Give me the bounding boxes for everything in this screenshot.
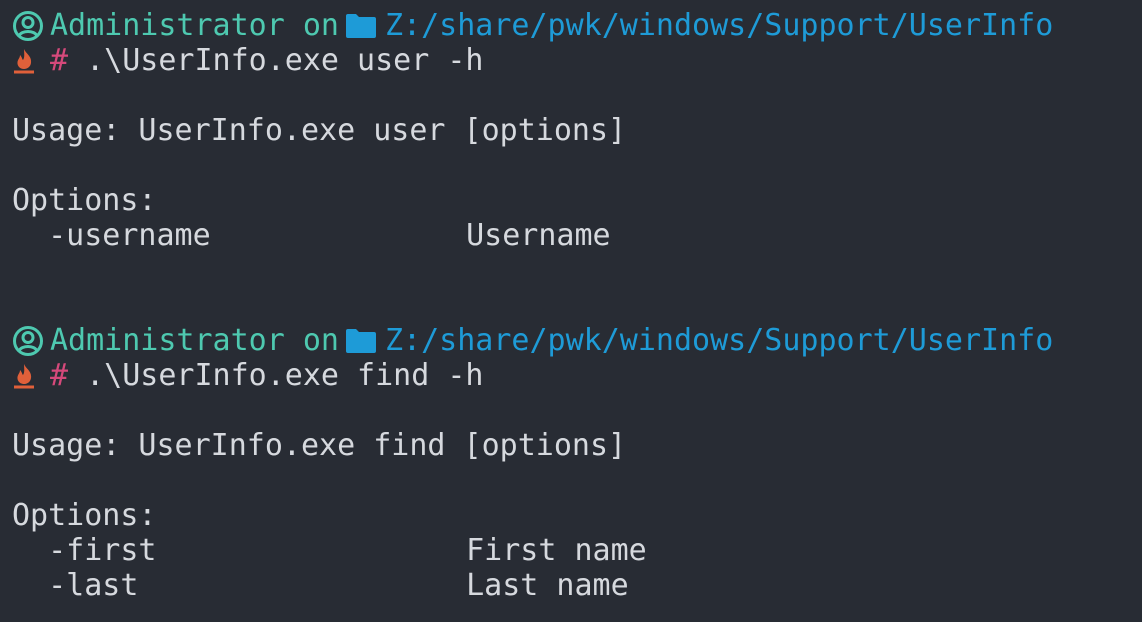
command-line: # .\UserInfo.exe find -h xyxy=(12,358,1142,393)
prompt-path: Z:/share/pwk/windows/Support/UserInfo xyxy=(385,8,1054,43)
prompt-on: on xyxy=(302,323,339,358)
option-flag: -last xyxy=(48,568,139,603)
options-header: Options: xyxy=(12,498,157,533)
prompt-user: Administrator xyxy=(50,323,285,358)
option-desc: Last name xyxy=(466,568,629,603)
prompt-symbol: # xyxy=(50,358,69,393)
prompt-line: Administrator on Z:/share/pwk/windows/Su… xyxy=(12,323,1142,358)
option-desc: First name xyxy=(466,533,647,568)
option-row: -username Username xyxy=(12,218,1142,253)
command-text: .\UserInfo.exe find -h xyxy=(86,358,484,393)
folder-icon xyxy=(346,13,376,38)
options-header: Options: xyxy=(12,183,157,218)
usage-line: Usage: UserInfo.exe find [options] xyxy=(12,428,627,463)
flame-icon xyxy=(14,48,34,73)
option-row: -last Last name xyxy=(12,568,1142,603)
user-circle-icon xyxy=(13,325,43,356)
flame-icon xyxy=(14,363,34,388)
terminal: Administrator on Z:/share/pwk/windows/Su… xyxy=(12,8,1142,603)
command-text: .\UserInfo.exe user -h xyxy=(86,43,484,78)
folder-icon xyxy=(346,328,376,353)
prompt-path: Z:/share/pwk/windows/Support/UserInfo xyxy=(385,323,1054,358)
option-desc: Username xyxy=(466,218,611,253)
option-row: -first First name xyxy=(12,533,1142,568)
usage-line: Usage: UserInfo.exe user [options] xyxy=(12,113,627,148)
prompt-line: Administrator on Z:/share/pwk/windows/Su… xyxy=(12,8,1142,43)
option-flag: -first xyxy=(48,533,157,568)
prompt-on: on xyxy=(302,8,339,43)
command-line: # .\UserInfo.exe user -h xyxy=(12,43,1142,78)
prompt-user: Administrator xyxy=(50,8,285,43)
prompt-symbol: # xyxy=(50,43,69,78)
option-flag: -username xyxy=(48,218,211,253)
user-circle-icon xyxy=(13,10,43,41)
